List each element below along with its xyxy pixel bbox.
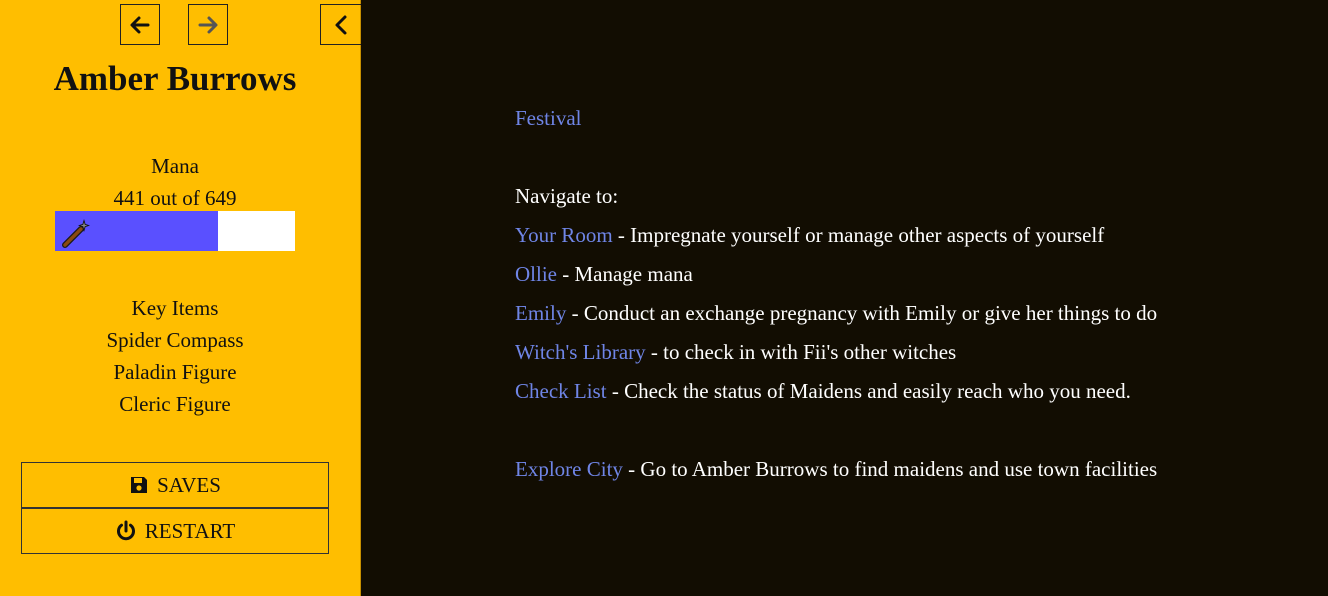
destination-row: Your Room - Impregnate yourself or manag… — [515, 216, 1295, 255]
saves-button[interactable]: SAVES — [21, 462, 329, 508]
destination-description: - Check the status of Maidens and easily… — [606, 379, 1131, 403]
sidebar: Amber Burrows Mana 441 out of 649 Key It… — [0, 0, 362, 596]
magic-wand-icon — [62, 219, 90, 248]
key-item: Paladin Figure — [113, 360, 237, 384]
mana-bar — [55, 211, 295, 251]
explore-city-link[interactable]: Explore City — [515, 457, 623, 481]
chevron-left-icon — [335, 15, 347, 34]
emily-link[interactable]: Emily — [515, 301, 566, 325]
key-items-heading: Key Items — [131, 296, 219, 320]
your-room-link[interactable]: Your Room — [515, 223, 613, 247]
saves-label: SAVES — [157, 472, 221, 497]
destination-row: Ollie - Manage mana — [515, 255, 1295, 294]
destination-row: Explore City - Go to Amber Burrows to fi… — [515, 450, 1295, 489]
destination-description: - Impregnate yourself or manage other as… — [612, 223, 1105, 247]
game-window: Amber Burrows Mana 441 out of 649 Key It… — [0, 0, 1328, 596]
history-back-button[interactable] — [120, 4, 160, 45]
key-item: Spider Compass — [106, 328, 244, 352]
restart-label: RESTART — [144, 518, 236, 543]
destination-row: Check List - Check the status of Maidens… — [515, 372, 1295, 411]
destination-description: - Go to Amber Burrows to find maidens an… — [622, 457, 1158, 481]
arrow-left-icon — [130, 16, 150, 33]
sidebar-collapse-button[interactable] — [320, 4, 362, 45]
navigate-heading: Navigate to: — [515, 184, 619, 208]
story-title: Amber Burrows — [53, 59, 297, 98]
ollie-link[interactable]: Ollie — [515, 262, 557, 286]
key-items-panel: Key Items Spider Compass Paladin Figure … — [0, 292, 350, 420]
destination-description: - Manage mana — [557, 262, 693, 286]
power-icon — [116, 520, 135, 541]
festival-link[interactable]: Festival — [515, 106, 582, 130]
mana-display: Mana 441 out of 649 — [0, 150, 350, 214]
passage-area: Festival Navigate to: Your Room - Impreg… — [361, 0, 1328, 596]
passage-text: Festival Navigate to: Your Room - Impreg… — [515, 99, 1295, 489]
destination-row: Witch's Library - to check in with Fii's… — [515, 333, 1295, 372]
check-list-link[interactable]: Check List — [515, 379, 607, 403]
history-forward-button[interactable] — [188, 4, 228, 45]
key-item: Cleric Figure — [119, 392, 231, 416]
mana-label: Mana — [151, 154, 199, 178]
arrow-right-icon — [198, 16, 218, 33]
floppy-disk-icon — [131, 477, 148, 493]
destination-description: - to check in with Fii's other witches — [645, 340, 957, 364]
destination-row: Emily - Conduct an exchange pregnancy wi… — [515, 294, 1295, 333]
mana-value: 441 out of 649 — [113, 186, 237, 210]
destination-description: - Conduct an exchange pregnancy with Emi… — [566, 301, 1158, 325]
witchs-library-link[interactable]: Witch's Library — [515, 340, 646, 364]
restart-button[interactable]: RESTART — [21, 508, 329, 554]
